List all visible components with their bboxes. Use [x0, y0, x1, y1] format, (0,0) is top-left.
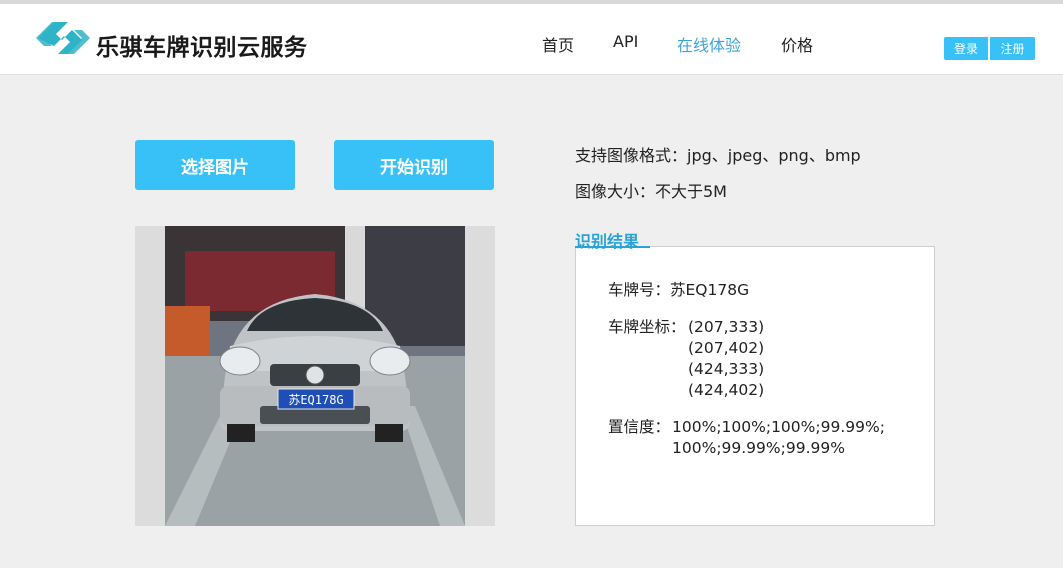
nav-item-home[interactable]: 首页 [542, 32, 574, 56]
confidence-values: 100%;99.99%;99.99% [672, 439, 845, 457]
image-size-text: 图像大小：不大于5M [575, 182, 727, 201]
plate-number: 车牌号：苏EQ178G [608, 281, 750, 299]
site-header: 乐骐车牌识别云服务 首页 API 在线体验 价格 登录 注册 [0, 4, 1063, 75]
plate-coord: (207,402) [688, 339, 765, 357]
plate-text: 苏EQ178G [288, 393, 343, 407]
confidence-label: 置信度： [608, 418, 671, 436]
select-image-button[interactable]: 选择图片 [135, 140, 295, 190]
result-title-underline [575, 246, 650, 248]
brand-name: 乐骐车牌识别云服务 [96, 35, 308, 61]
nav-item-api[interactable]: API [613, 32, 638, 51]
auth-buttons: 登录 注册 [944, 37, 1035, 60]
plate-coord: (424,402) [688, 381, 765, 399]
car-photo: 苏EQ178G [165, 226, 465, 526]
result-panel: 车牌号：苏EQ178G 车牌坐标： (207,333) (207,402) (4… [575, 246, 935, 526]
nav-item-pricing[interactable]: 价格 [781, 32, 813, 56]
plate-coord: (424,333) [688, 360, 765, 378]
result-title: 识别结果 [575, 232, 640, 251]
plate-coords-label: 车牌坐标： [608, 318, 686, 336]
chain-link-logo-icon[interactable] [34, 15, 92, 61]
register-button[interactable]: 注册 [990, 37, 1035, 60]
confidence-values: 100%;100%;100%;99.99%; [672, 418, 885, 436]
image-preview: 苏EQ178G [135, 226, 495, 526]
plate-coord: (207,333) [688, 318, 765, 336]
start-recognition-button[interactable]: 开始识别 [334, 140, 494, 190]
nav-item-online-trial[interactable]: 在线体验 [677, 32, 741, 56]
login-button[interactable]: 登录 [944, 37, 988, 60]
supported-format-text: 支持图像格式：jpg、jpeg、png、bmp [575, 146, 861, 165]
